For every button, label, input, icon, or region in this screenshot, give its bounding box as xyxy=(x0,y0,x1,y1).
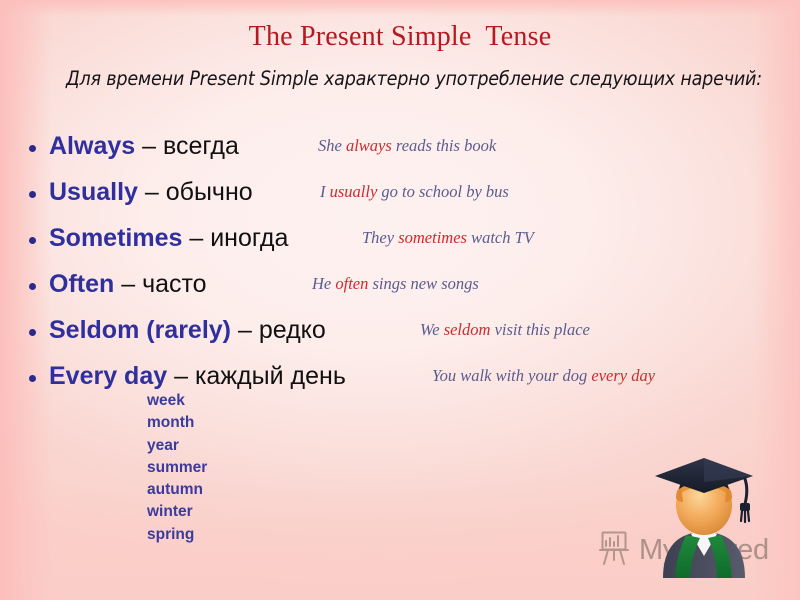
example-text-after: watch TV xyxy=(466,228,534,247)
adverb-dash: – xyxy=(137,178,166,206)
adverb-entry: Usually – обычно xyxy=(49,174,253,210)
page-title: The Present Simple Tense xyxy=(248,21,552,52)
example-sentence: You walk with your dog every day xyxy=(432,365,655,387)
adverb-entry: Sometimes – иногда xyxy=(49,220,288,256)
adverb-dash: – xyxy=(231,316,259,344)
list-item: summer xyxy=(147,458,208,476)
list-item: Every day – каждый день You walk with yo… xyxy=(0,358,800,404)
presentation-easel-icon xyxy=(598,530,632,571)
list-item: Usually – обычно I usually go to school … xyxy=(0,174,800,220)
adverb-keyword: Usually xyxy=(49,178,138,206)
adverb-dash: – xyxy=(182,224,211,252)
adverb-keyword: Every day xyxy=(49,362,168,390)
adverb-translation: всегда xyxy=(162,132,239,160)
list-item: year xyxy=(147,436,179,454)
bullet-dot-icon xyxy=(29,283,36,290)
example-text-after: sings new songs xyxy=(368,274,479,293)
list-item: autumn xyxy=(147,481,203,499)
adverb-entry: Always – всегда xyxy=(49,128,239,164)
list-item: Sometimes – иногда They sometimes watch … xyxy=(0,220,800,266)
bullet-dot-icon xyxy=(29,145,36,152)
adverb-entry: Every day – каждый день xyxy=(49,358,346,394)
example-text-before: I xyxy=(320,182,330,201)
adverb-keyword: Always xyxy=(49,132,136,160)
time-noun-list: week month year summer autumn winter spr… xyxy=(147,390,207,546)
bullet-dot-icon xyxy=(29,237,36,244)
example-highlight: always xyxy=(345,136,392,155)
intro-paragraph: Для времени Present Simple характерно уп… xyxy=(66,67,762,90)
example-highlight: usually xyxy=(329,182,378,201)
adverb-keyword: Sometimes xyxy=(49,224,183,252)
adverb-entry: Seldom (rarely) – редко xyxy=(49,312,326,348)
example-text-before: We xyxy=(420,320,444,339)
adverb-dash: – xyxy=(135,132,163,160)
list-item: spring xyxy=(147,525,195,543)
example-text-before: She xyxy=(318,136,346,155)
example-sentence: He often sings new songs xyxy=(312,273,479,295)
list-item: Always – всегда She always reads this bo… xyxy=(0,128,800,174)
example-highlight: seldom xyxy=(443,320,491,339)
example-sentence: They sometimes watch TV xyxy=(362,227,534,249)
list-item: Seldom (rarely) – редко We seldom visit … xyxy=(0,312,800,358)
list-item: Often – часто He often sings new songs xyxy=(0,266,800,312)
bullet-dot-icon xyxy=(29,375,36,382)
example-text-before: He xyxy=(312,274,336,293)
adverb-dash: – xyxy=(114,270,143,298)
slide-canvas: The Present Simple Tense Для времени Pre… xyxy=(0,0,800,600)
example-highlight: sometimes xyxy=(398,228,467,247)
adverb-translation: иногда xyxy=(210,224,289,252)
adverb-entry: Often – часто xyxy=(49,266,207,302)
adverb-keyword: Often xyxy=(49,270,115,298)
bullet-dot-icon xyxy=(29,191,36,198)
adverb-translation: обычно xyxy=(165,178,253,206)
list-item: month xyxy=(147,414,195,432)
example-text-before: You walk with your dog xyxy=(432,366,592,385)
adverb-list: Always – всегда She always reads this bo… xyxy=(0,128,800,404)
example-highlight: every day xyxy=(591,366,656,385)
example-text-before: They xyxy=(362,228,399,247)
example-sentence: I usually go to school by bus xyxy=(320,181,509,203)
adverb-dash: – xyxy=(167,362,195,390)
example-text-after: reads this book xyxy=(391,136,497,155)
example-highlight: often xyxy=(335,274,369,293)
bullet-dot-icon xyxy=(29,329,36,336)
example-sentence: We seldom visit this place xyxy=(420,319,590,341)
list-item: week xyxy=(147,392,185,409)
adverb-keyword: Seldom (rarely) xyxy=(49,316,232,344)
example-text-after: go to school by bus xyxy=(377,182,509,201)
adverb-translation: часто xyxy=(142,270,207,298)
example-text-after: visit this place xyxy=(490,320,590,339)
slide-content: The Present Simple Tense Для времени Pre… xyxy=(0,0,800,600)
graduate-student-icon xyxy=(645,452,763,578)
list-item: winter xyxy=(147,503,193,521)
example-sentence: She always reads this book xyxy=(318,135,496,157)
adverb-translation: редко xyxy=(258,316,326,344)
adverb-translation: каждый день xyxy=(194,362,346,390)
